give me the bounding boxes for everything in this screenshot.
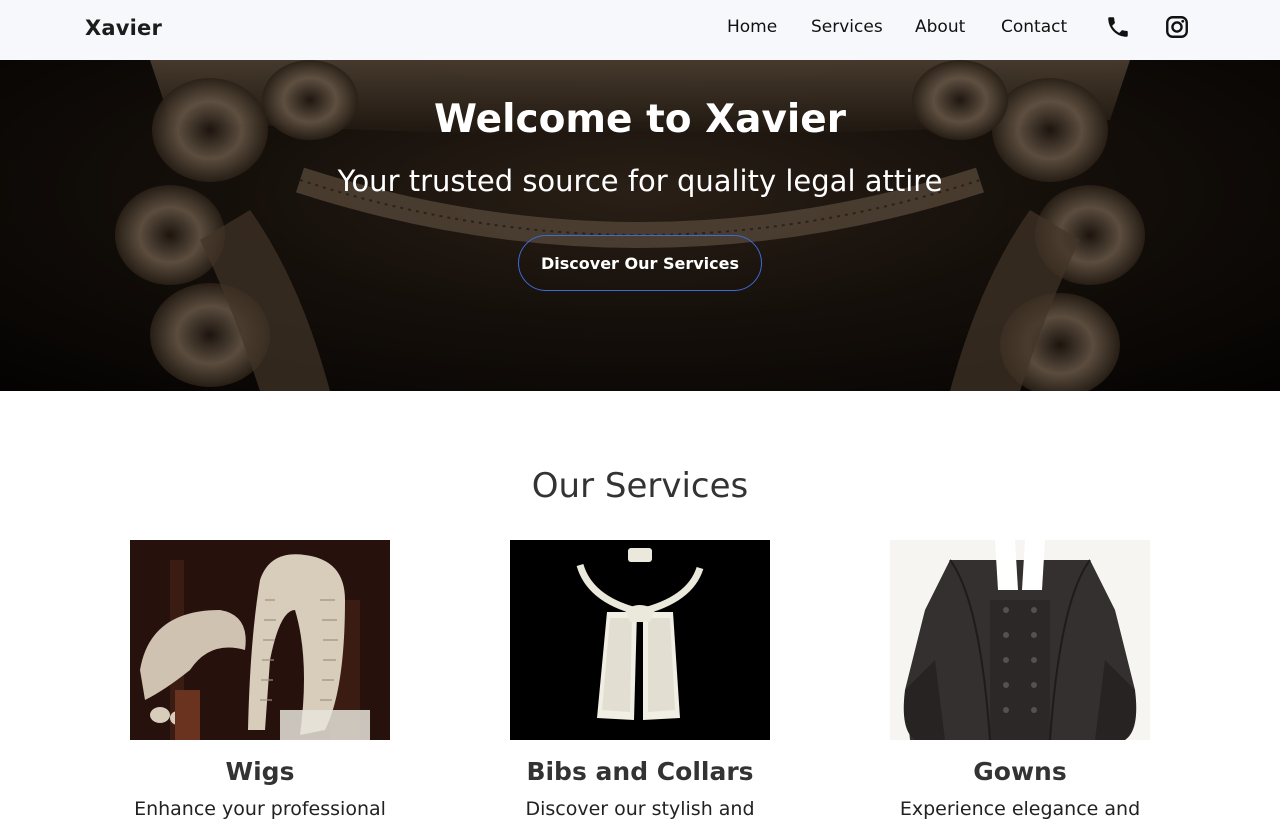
brand-logo[interactable]: Xavier [85, 16, 162, 40]
hero-section: Welcome to Xavier Your trusted source fo… [0, 60, 1280, 391]
service-title-gowns: Gowns [973, 757, 1067, 786]
navbar: Xavier Home Services About Contact [0, 0, 1280, 60]
service-description-gowns: Experience elegance and [899, 798, 1141, 820]
service-title-bibs-collars: Bibs and Collars [526, 757, 754, 786]
nav-link-services[interactable]: Services [811, 17, 883, 37]
nav-link-about[interactable]: About [915, 17, 965, 37]
service-description-bibs-collars: Discover our stylish and [525, 798, 755, 820]
instagram-icon[interactable] [1164, 14, 1190, 44]
bibs-collars-image [510, 540, 770, 740]
services-heading: Our Services [531, 466, 749, 506]
hero-subtitle: Your trusted source for quality legal at… [337, 164, 943, 198]
service-description-wigs: Enhance your professional [134, 798, 386, 820]
discover-services-button[interactable]: Discover Our Services [518, 235, 762, 291]
hero-title: Welcome to Xavier [434, 97, 846, 142]
nav-link-contact[interactable]: Contact [1001, 17, 1067, 37]
nav-link-home[interactable]: Home [727, 17, 777, 37]
gowns-image [890, 540, 1150, 740]
service-title-wigs: Wigs [225, 757, 295, 786]
wigs-image [130, 540, 390, 740]
phone-icon[interactable] [1105, 14, 1131, 44]
